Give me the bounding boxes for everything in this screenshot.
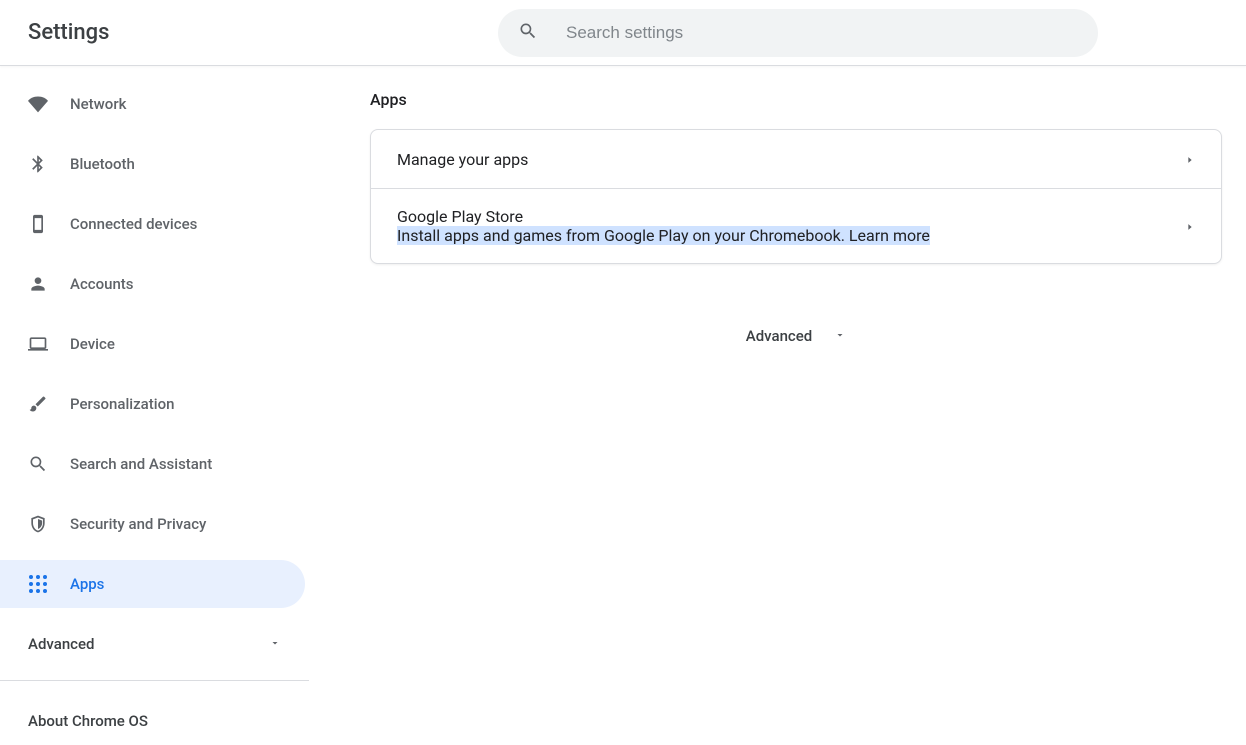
sidebar-item-label: Network <box>70 95 126 113</box>
sidebar-item-search-assistant[interactable]: Search and Assistant <box>0 440 305 488</box>
shield-icon <box>28 514 48 534</box>
search-input[interactable] <box>566 23 1078 43</box>
sidebar-item-label: Device <box>70 335 115 353</box>
section-title: Apps <box>370 90 1222 109</box>
advanced-label: Advanced <box>746 327 812 345</box>
sidebar: Network Bluetooth Connected devices Acco… <box>0 66 310 745</box>
sidebar-item-label: Connected devices <box>70 215 197 233</box>
sidebar-item-apps[interactable]: Apps <box>0 560 305 608</box>
sidebar-item-label: Security and Privacy <box>70 515 206 533</box>
row-manage-apps[interactable]: Manage your apps <box>371 130 1221 188</box>
chevron-down-icon <box>269 635 281 653</box>
main-content: Apps Manage your apps Google Play Store … <box>310 66 1246 745</box>
row-title: Google Play Store <box>397 207 930 226</box>
sidebar-item-accounts[interactable]: Accounts <box>0 260 305 308</box>
search-icon <box>518 21 538 45</box>
sidebar-item-device[interactable]: Device <box>0 320 305 368</box>
sidebar-item-label: Apps <box>70 575 104 593</box>
laptop-icon <box>28 334 48 354</box>
apps-icon <box>28 574 48 594</box>
chevron-right-icon <box>1185 217 1195 236</box>
row-title: Manage your apps <box>397 150 528 169</box>
page-title: Settings <box>0 20 109 45</box>
sidebar-item-network[interactable]: Network <box>0 80 305 128</box>
header: Settings <box>0 0 1246 66</box>
sidebar-divider <box>0 680 309 681</box>
chevron-right-icon <box>1185 150 1195 169</box>
sidebar-advanced-toggle[interactable]: Advanced <box>0 620 309 668</box>
sidebar-item-label: Accounts <box>70 275 134 293</box>
wifi-icon <box>28 94 48 114</box>
advanced-toggle[interactable]: Advanced <box>370 326 1222 345</box>
sidebar-about-label: About Chrome OS <box>28 712 148 730</box>
row-subtitle: Install apps and games from Google Play … <box>397 226 930 245</box>
sidebar-item-label: Personalization <box>70 395 174 413</box>
bluetooth-icon <box>28 154 48 174</box>
search-icon <box>28 454 48 474</box>
sidebar-item-label: Search and Assistant <box>70 455 212 473</box>
apps-card: Manage your apps Google Play Store Insta… <box>370 129 1222 264</box>
brush-icon <box>28 394 48 414</box>
sidebar-item-bluetooth[interactable]: Bluetooth <box>0 140 305 188</box>
phone-icon <box>28 214 48 234</box>
row-google-play-store[interactable]: Google Play Store Install apps and games… <box>371 188 1221 263</box>
sidebar-item-label: Bluetooth <box>70 155 135 173</box>
sidebar-advanced-label: Advanced <box>28 635 94 653</box>
sidebar-item-connected-devices[interactable]: Connected devices <box>0 200 305 248</box>
sidebar-item-about[interactable]: About Chrome OS <box>0 697 309 745</box>
person-icon <box>28 274 48 294</box>
sidebar-item-personalization[interactable]: Personalization <box>0 380 305 428</box>
chevron-down-icon <box>834 326 846 345</box>
sidebar-item-security-privacy[interactable]: Security and Privacy <box>0 500 305 548</box>
search-bar[interactable] <box>498 9 1098 57</box>
